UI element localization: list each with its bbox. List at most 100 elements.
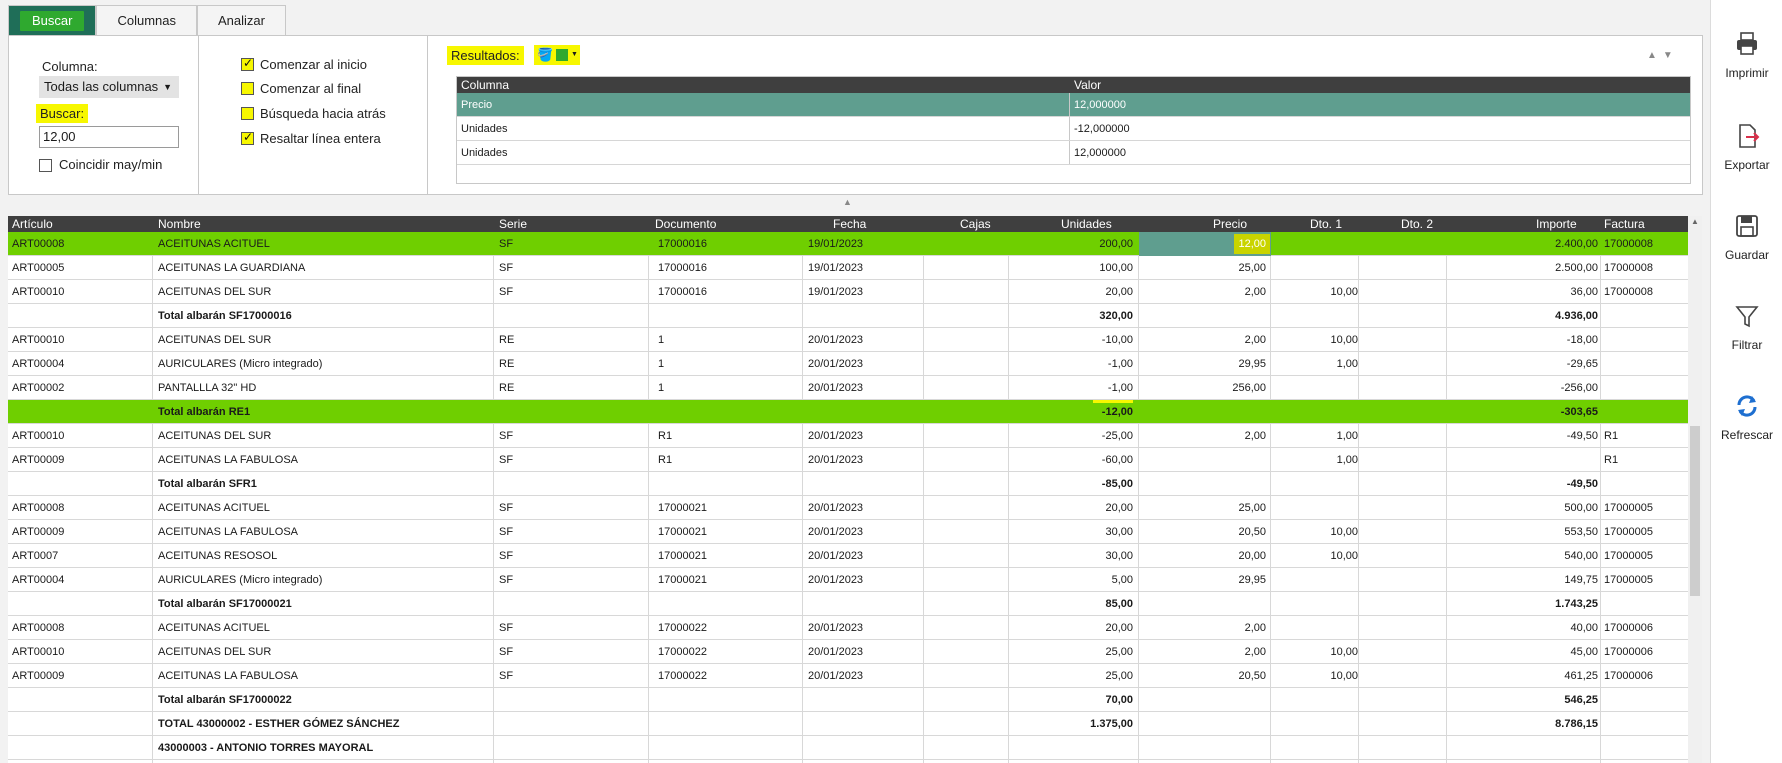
table-cell: 20,50 [1238,526,1266,538]
table-row[interactable]: ART00008 ACEITUNAS ACITUEL SF 17000022 20/01… [8,616,1688,640]
resaltar-linea-checkbox[interactable]: ✓ [241,130,254,145]
coincidir-checkbox[interactable] [39,159,52,172]
column-header[interactable]: Cajas [960,216,991,232]
table-row[interactable]: 43000003 - ANTONIO TORRES MAYORAL [8,736,1688,760]
imprimir-button[interactable]: Imprimir [1711,30,1782,80]
table-cell [928,496,1008,520]
tab-analizar[interactable]: Analizar [197,5,286,35]
table-row[interactable]: Total albarán RE1 -12,00 -303,65 [8,400,1688,424]
results-row[interactable]: Unidades 12,000000 [457,141,1690,165]
table-cell [1270,256,1358,280]
table-row[interactable]: ART00008 ACEITUNAS ACITUEL SF 17000016 19/01… [8,232,1688,256]
table-row[interactable]: Total albarán SF17000022 70,00 546,25 [8,688,1688,712]
table-cell: SF [499,670,514,682]
table-cell: 25,00 [1238,262,1266,274]
arrow-up-icon[interactable]: ▲ [1647,50,1663,61]
table-cell [808,400,918,424]
table-cell: 17000016 [658,262,707,274]
column-header[interactable]: Precio [1213,216,1247,232]
table-row[interactable]: Total albarán SFR1 -85,00 -49,50 [8,472,1688,496]
table-row[interactable]: TOTAL 43000002 - ESTHER GÓMEZ SÁNCHEZ 1.3… [8,712,1688,736]
table-row[interactable]: ART00008 ACEITUNAS ACITUEL SF 17000021 20/01… [8,496,1688,520]
table-cell: ACEITUNAS DEL SUR [158,646,272,658]
table-row[interactable]: ART00009 ACEITUNAS LA FABULOSA SF R1 20/01/2… [8,448,1688,472]
result-nav-arrows[interactable]: ▲▼ [1647,50,1679,61]
column-header[interactable]: Dto. 2 [1401,216,1433,232]
table-cell: ART00010 [12,430,65,442]
results-row[interactable]: Precio 12,000000 [457,93,1690,117]
results-row[interactable]: Unidades -12,000000 [457,117,1690,141]
table-row[interactable]: ART00010 ACEITUNAS DEL SUR SF 17000022 20/01… [8,640,1688,664]
arrow-up-icon[interactable]: ▲ [1691,217,1699,226]
arrow-down-icon[interactable]: ▼ [1663,50,1679,61]
table-cell: 149,75 [1564,574,1598,586]
table-cell: 20,00 [1105,622,1133,634]
table-cell: ART00004 [12,358,65,370]
table-cell: 17000005 [1604,526,1653,538]
table-cell: ART00009 [12,526,65,538]
tab-buscar[interactable]: Buscar [8,5,97,35]
comenzar-final-checkbox[interactable] [241,82,254,95]
table-cell: Total albarán SF17000016 [158,310,292,322]
table-row[interactable]: ART00009 ACEITUNAS LA FABULOSA SF 17000021 2… [8,520,1688,544]
table-row[interactable]: ART00010 ACEITUNAS DEL SUR SF R1 20/01/2023 -… [8,424,1688,448]
table-cell: Total albarán SFR1 [158,478,257,490]
table-row[interactable]: ART00005 ACEITUNAS LA GUARDIANA SF 17000016… [8,256,1688,280]
table-cell: -10,00 [1101,334,1133,346]
table-row[interactable]: ART00002 PANTALLLA 32" HD RE 1 20/01/2023 -1,… [8,376,1688,400]
comenzar-inicio-checkbox[interactable]: ✓ [241,56,254,71]
column-header[interactable]: Factura [1604,216,1645,232]
table-cell: 20,50 [1238,670,1266,682]
tab-columnas[interactable]: Columnas [96,5,197,35]
collapse-panel-icon[interactable]: ▲ [843,197,852,207]
search-input[interactable]: 12,00 [39,126,179,148]
table-cell [1358,376,1448,400]
table-cell: R1 [658,430,673,442]
table-cell: 20/01/2023 [808,454,864,466]
filtrar-button[interactable]: Filtrar [1711,302,1782,352]
table-row[interactable]: Total albarán SF17000021 85,00 1.743,25 [8,592,1688,616]
table-cell: 17000021 [658,574,707,586]
table-row[interactable]: ART00004 AURICULARES (Micro integrado) SF 1… [8,568,1688,592]
vertical-scrollbar[interactable]: ▲ [1688,216,1702,763]
column-header[interactable]: Fecha [833,216,866,232]
table-cell: 17000022 [658,622,707,634]
column-header[interactable]: Artículo [12,216,53,232]
column-header[interactable]: Dto. 1 [1310,216,1342,232]
table-cell [1358,256,1448,280]
table-cell: 1,00 [1336,454,1358,466]
guardar-label: Guardar [1724,248,1770,262]
table-cell: 17000006 [1604,646,1653,658]
table-row[interactable]: ART00009 ACEITUNAS LA FABULOSA SF 17000022 2… [8,664,1688,688]
busqueda-atras-checkbox[interactable] [241,107,254,120]
highlight-color-picker[interactable]: 🪣 ▼ [534,45,580,65]
guardar-button[interactable]: Guardar [1711,212,1782,262]
table-cell [12,400,142,424]
table-row[interactable]: ART00010 ACEITUNAS DEL SUR RE 1 20/01/2023 -1… [8,328,1688,352]
column-header[interactable]: Unidades [1061,216,1112,232]
table-row[interactable]: Total albarán SF17000016 320,00 4.936,00 [8,304,1688,328]
table-row[interactable]: ART00010 ACEITUNAS DEL SUR SF 17000016 19/01… [8,280,1688,304]
table-cell: 20/01/2023 [808,502,864,514]
table-cell [499,592,649,616]
table-cell: 200,00 [1099,238,1133,250]
column-header[interactable]: Serie [499,216,527,232]
columna-select[interactable]: Todas las columnas ▼ [39,76,179,98]
table-cell: 1 [658,334,665,346]
column-header[interactable]: Nombre [158,216,201,232]
table-cell: 17000016 [658,238,707,250]
table-cell: 2,00 [1244,430,1266,442]
scrollbar-thumb[interactable] [1690,426,1700,596]
table-cell [1270,472,1358,496]
column-header[interactable]: Documento [655,216,716,232]
table-cell: ART00002 [12,382,65,394]
column-header[interactable]: Importe [1536,216,1577,232]
table-cell [1358,736,1448,760]
table-cell: 20/01/2023 [808,430,864,442]
table-cell: ART00008 [12,622,65,634]
exportar-button[interactable]: Exportar [1711,122,1782,172]
refrescar-button[interactable]: Refrescar [1711,392,1782,442]
table-row[interactable]: ART0007 ACEITUNAS RESOSOL SF 17000021 20/01/… [8,544,1688,568]
table-row[interactable]: ART00004 AURICULARES (Micro integrado) RE 1… [8,352,1688,376]
table-cell [808,472,918,496]
